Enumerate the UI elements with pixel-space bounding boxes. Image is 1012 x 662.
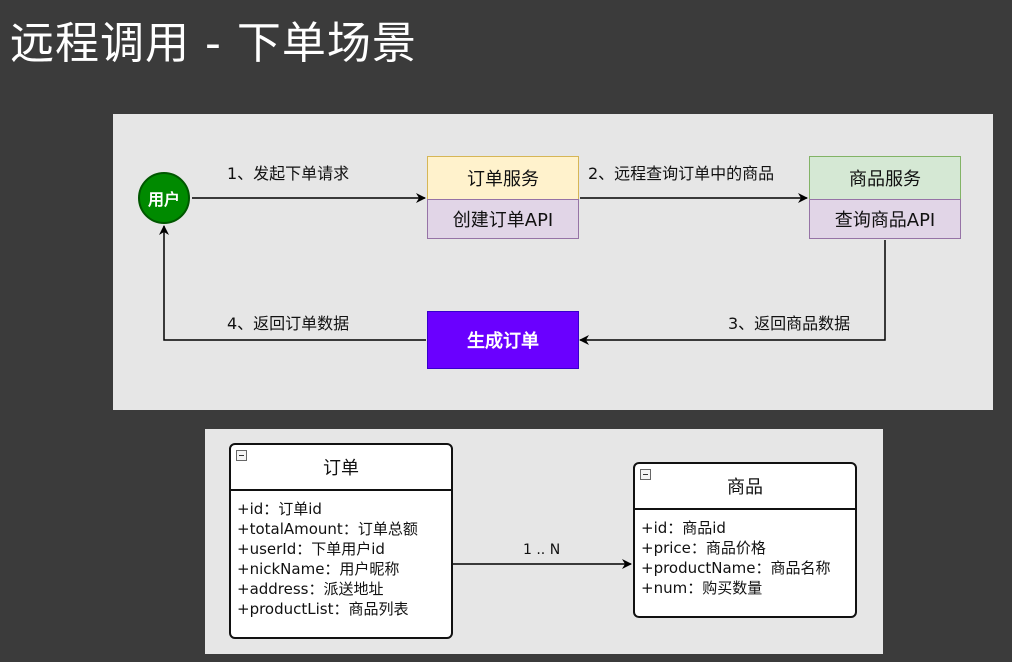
- attribute-row: +id：订单id: [237, 500, 322, 518]
- collapse-icon[interactable]: [236, 450, 247, 461]
- product-service-node[interactable]: 商品服务: [809, 156, 961, 200]
- attribute-row: +num：购买数量: [641, 579, 763, 597]
- attribute-row: +productName：商品名称: [641, 559, 831, 577]
- class-diagram: 订单 +id：订单id +totalAmount：订单总额 +userId：下单…: [205, 429, 883, 654]
- attribute-row: +id：商品id: [641, 519, 726, 537]
- slide-title: 远程调用 - 下单场景: [10, 18, 417, 69]
- query-product-api-node[interactable]: 查询商品API: [809, 199, 961, 239]
- attribute-row: +userId：下单用户id: [237, 540, 385, 558]
- order-class-attributes: +id：订单id +totalAmount：订单总额 +userId：下单用户i…: [231, 491, 451, 627]
- attribute-row: +address：派送地址: [237, 580, 384, 598]
- attribute-row: +price：商品价格: [641, 539, 766, 557]
- product-class-name: 商品: [727, 477, 763, 498]
- step4-label: 4、返回订单数据: [225, 310, 352, 334]
- create-order-api-node[interactable]: 创建订单API: [427, 199, 579, 239]
- attribute-row: +nickName：用户昵称: [237, 560, 400, 578]
- step3-label: 3、返回商品数据: [726, 310, 853, 334]
- user-node[interactable]: 用户: [138, 172, 190, 224]
- step2-label: 2、远程查询订单中的商品: [586, 160, 777, 184]
- product-class-header: 商品: [635, 464, 855, 510]
- order-service-node[interactable]: 订单服务: [427, 156, 579, 200]
- product-class-attributes: +id：商品id +price：商品价格 +productName：商品名称 +…: [635, 510, 855, 606]
- order-class-name: 订单: [323, 458, 359, 479]
- attribute-row: +totalAmount：订单总额: [237, 520, 418, 538]
- collapse-icon[interactable]: [640, 469, 651, 480]
- order-class[interactable]: 订单 +id：订单id +totalAmount：订单总额 +userId：下单…: [229, 443, 453, 639]
- multiplicity-label: 1 .. N: [523, 542, 561, 558]
- attribute-row: +productList：商品列表: [237, 600, 409, 618]
- generate-order-node[interactable]: 生成订单: [427, 311, 579, 369]
- order-class-header: 订单: [231, 445, 451, 491]
- step1-label: 1、发起下单请求: [225, 160, 352, 184]
- product-class[interactable]: 商品 +id：商品id +price：商品价格 +productName：商品名…: [633, 462, 857, 618]
- flow-diagram: 用户 订单服务 创建订单API 商品服务 查询商品API 生成订单 1、发起下单…: [113, 114, 993, 410]
